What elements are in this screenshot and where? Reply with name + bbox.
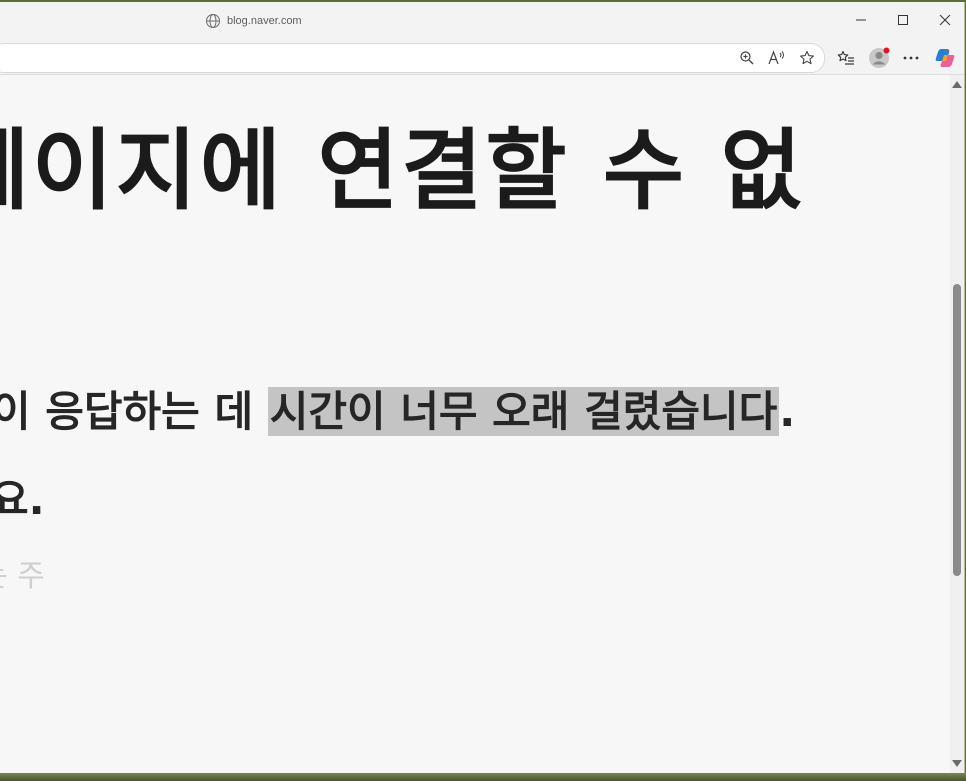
favorites-list-icon xyxy=(837,50,854,65)
notification-badge xyxy=(883,47,890,54)
maximize-icon xyxy=(898,15,908,25)
favorite-star-icon xyxy=(800,50,814,65)
site-url-label: blog.naver.com xyxy=(205,12,302,30)
scroll-up-arrow-icon[interactable] xyxy=(952,81,962,88)
copilot-button[interactable] xyxy=(934,47,956,69)
more-icon xyxy=(903,56,919,60)
browser-toolbar xyxy=(0,40,964,75)
profile-icon xyxy=(869,47,890,68)
title-bar: blog.naver.com xyxy=(0,2,964,40)
profile-button[interactable] xyxy=(868,47,890,69)
zoom-icon xyxy=(740,51,754,65)
close-icon xyxy=(939,14,951,26)
error-description-suffix: . xyxy=(779,387,796,436)
site-url-text: blog.naver.com xyxy=(227,15,302,27)
copilot-icon xyxy=(935,49,955,67)
read-aloud-icon xyxy=(768,50,784,65)
maximize-button[interactable] xyxy=(894,11,912,29)
error-detail-faded: 는 주 xyxy=(0,559,45,594)
settings-more-button[interactable] xyxy=(900,47,922,69)
vertical-scrollbar[interactable] xyxy=(950,75,964,773)
favorites-button[interactable] xyxy=(835,47,857,69)
scroll-down-arrow-icon[interactable] xyxy=(952,760,962,767)
desktop-background-strip xyxy=(0,773,966,781)
error-title: 페이지에 연결할 수 없 xyxy=(0,119,805,222)
address-bar[interactable] xyxy=(0,43,825,73)
error-suggestion: 요. xyxy=(0,475,45,524)
error-description: 이 응답하는 데 시간이 너무 오래 걸렸습니다. xyxy=(0,380,795,444)
close-button[interactable] xyxy=(936,11,954,29)
add-favorite-button[interactable] xyxy=(797,48,817,68)
browser-window: blog.naver.com 페이지에 연결할 수 없 이 응답하는 데 시간이… xyxy=(0,2,965,773)
page-content: 페이지에 연결할 수 없 이 응답하는 데 시간이 너무 오래 걸렸습니다. 요… xyxy=(0,75,950,773)
error-description-prefix: 이 응답하는 데 xyxy=(0,387,268,436)
globe-icon xyxy=(206,14,220,28)
read-aloud-button[interactable] xyxy=(767,48,787,68)
selected-text-highlight: 시간이 너무 오래 걸렸습니다 xyxy=(267,387,780,436)
scrollbar-thumb[interactable] xyxy=(953,284,961,576)
minimize-icon xyxy=(856,19,866,21)
zoom-button[interactable] xyxy=(737,48,757,68)
minimize-button[interactable] xyxy=(852,11,870,29)
